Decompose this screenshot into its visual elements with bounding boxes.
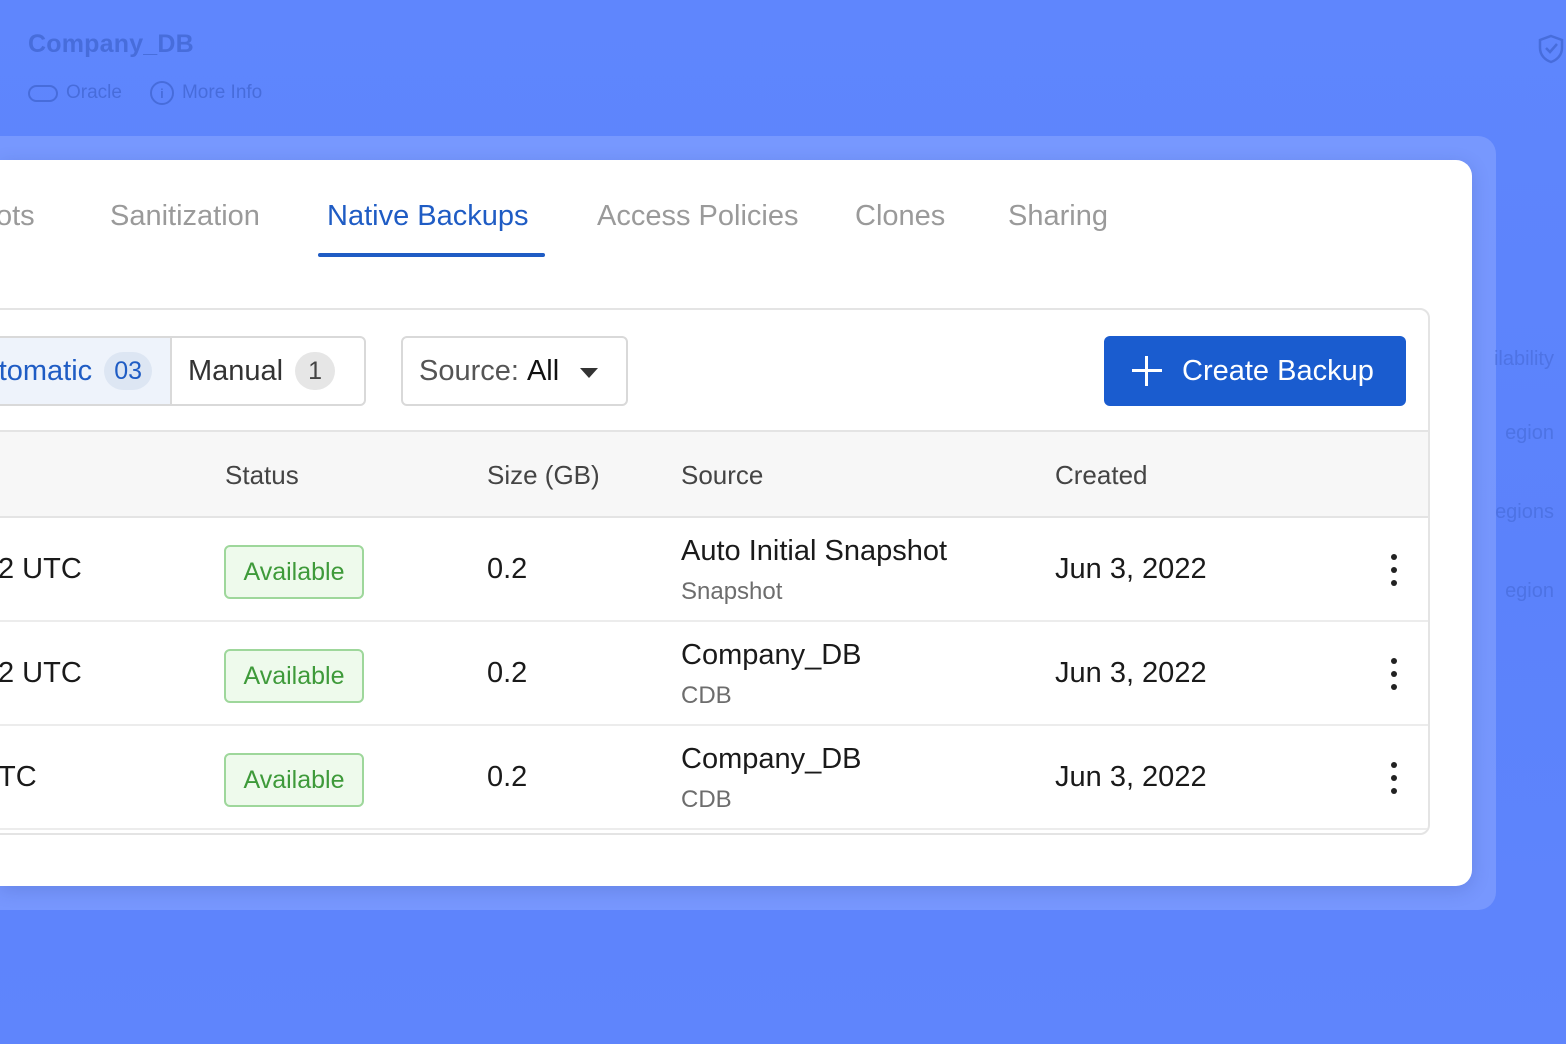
automatic-count-badge: 03 [104, 352, 152, 390]
create-backup-button[interactable]: Create Backup [1104, 336, 1406, 406]
side-item: egion [1505, 580, 1554, 602]
source-type: Snapshot [681, 578, 783, 605]
automatic-label: utomatic [0, 354, 93, 387]
background-header: Company_DB Oracle i More Info [28, 30, 262, 105]
tab-native-backups[interactable]: Native Backups [327, 200, 529, 233]
active-tab-indicator [318, 253, 545, 257]
more-options-icon[interactable] [1386, 762, 1402, 796]
manual-filter[interactable]: Manual 1 [172, 338, 351, 404]
source-name: Auto Initial Snapshot [681, 535, 948, 567]
tab-clones[interactable]: Clones [855, 200, 945, 233]
tab-bar: ots Sanitization Native Backups Access P… [0, 160, 1472, 260]
table-row[interactable]: 2 UTC Available 0.2 Auto Initial Snapsho… [0, 518, 1428, 622]
table-row[interactable]: TC Available 0.2 Company_DB CDB Jun 3, 2… [0, 726, 1428, 830]
source-name: Company_DB [681, 743, 862, 775]
status-badge: Available [224, 545, 364, 599]
table-row[interactable]: 2 UTC Available 0.2 Company_DB CDB Jun 3… [0, 622, 1428, 726]
engine-name: Oracle [66, 82, 122, 103]
backup-name: 2 UTC [0, 553, 82, 585]
plus-icon [1132, 356, 1162, 386]
source-dropdown-value: All [526, 354, 560, 387]
backup-size: 0.2 [487, 761, 528, 793]
tab-access-policies[interactable]: Access Policies [597, 200, 798, 233]
manual-label: Manual [188, 354, 284, 387]
automatic-filter[interactable]: utomatic 03 [0, 338, 172, 404]
table-header: Status Size (GB) Source Created [0, 430, 1428, 518]
create-backup-label: Create Backup [1182, 354, 1374, 387]
database-title: Company_DB [28, 30, 194, 58]
backup-name: TC [0, 761, 37, 793]
created-date: Jun 3, 2022 [1055, 657, 1207, 689]
backups-card: ots Sanitization Native Backups Access P… [0, 160, 1472, 886]
tab-sanitization[interactable]: Sanitization [110, 200, 260, 233]
header-size[interactable]: Size (GB) [487, 460, 600, 491]
source-dropdown[interactable]: Source: All [401, 336, 628, 406]
info-icon: i [149, 81, 174, 105]
backup-size: 0.2 [487, 553, 528, 585]
source-type: CDB [681, 682, 732, 709]
tab-snapshots[interactable]: ots [0, 200, 35, 233]
more-info-label: More Info [181, 82, 263, 103]
backups-table: utomatic 03 Manual 1 Source: All Create … [0, 308, 1430, 835]
source-dropdown-label: Source: [419, 354, 519, 387]
database-meta: Oracle i More Info [28, 81, 262, 105]
manual-count-badge: 1 [295, 352, 336, 390]
backup-size: 0.2 [487, 657, 528, 689]
status-badge: Available [224, 753, 364, 807]
header-source[interactable]: Source [681, 460, 763, 491]
created-date: Jun 3, 2022 [1055, 553, 1207, 585]
source-name: Company_DB [681, 639, 862, 671]
database-pill-icon [28, 84, 58, 102]
more-options-icon[interactable] [1386, 554, 1402, 588]
side-item: egion [1505, 422, 1554, 444]
side-item: ilability [1493, 348, 1554, 370]
source-type: CDB [681, 786, 732, 813]
header-created[interactable]: Created [1055, 460, 1148, 491]
status-badge: Available [224, 649, 364, 703]
side-item: egions [1495, 501, 1554, 523]
background-side-list: ilability egion egions egion [1493, 0, 1566, 1044]
backup-name: 2 UTC [0, 657, 82, 689]
created-date: Jun 3, 2022 [1055, 761, 1207, 793]
engine-label: Oracle [28, 82, 122, 104]
backup-type-toggle: utomatic 03 Manual 1 [0, 336, 366, 406]
more-info-link[interactable]: i More Info [149, 81, 263, 105]
header-status[interactable]: Status [225, 460, 299, 491]
more-options-icon[interactable] [1386, 658, 1402, 692]
tab-sharing[interactable]: Sharing [1008, 200, 1108, 233]
caret-down-icon [580, 368, 598, 378]
